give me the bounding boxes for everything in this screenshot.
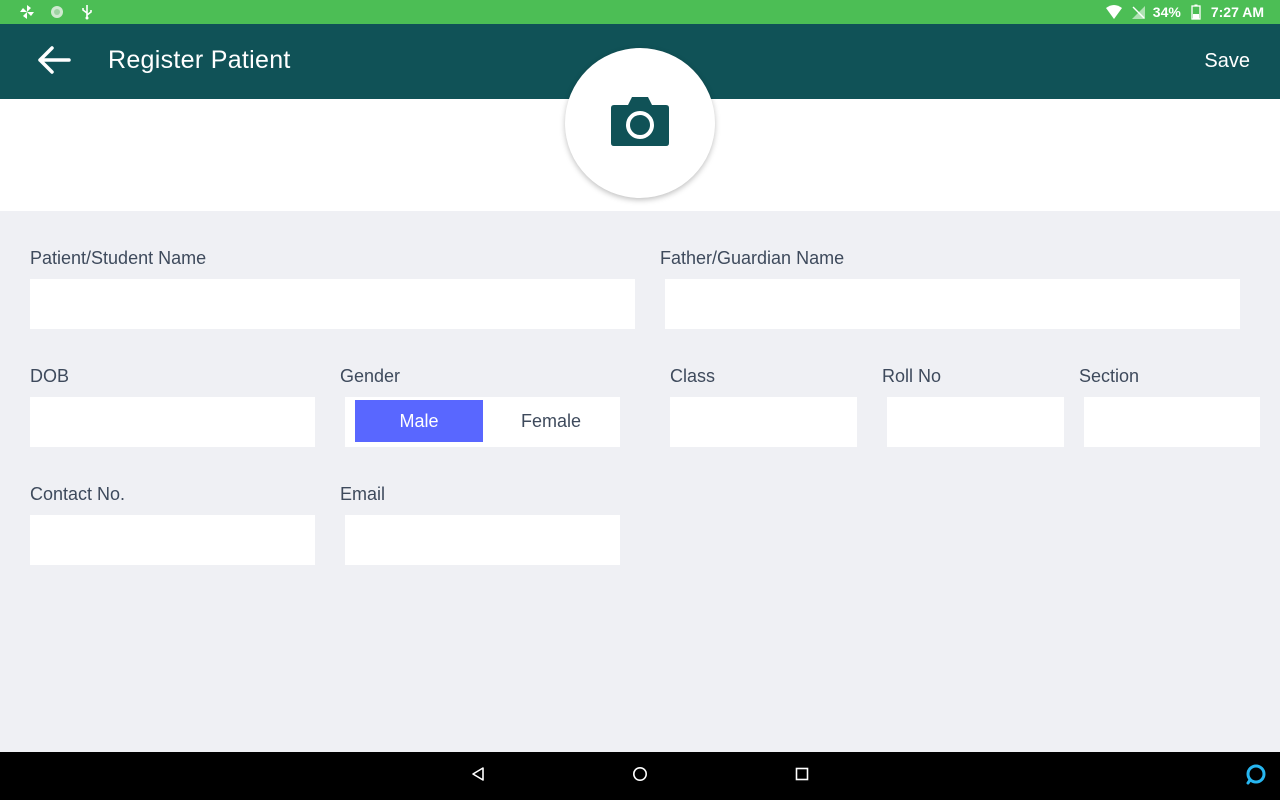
assistant-button[interactable] xyxy=(1244,764,1268,788)
dob-label: DOB xyxy=(30,366,70,386)
gender-label: Gender xyxy=(340,366,401,386)
nav-back-button[interactable] xyxy=(466,764,490,788)
patient-name-label: Patient/Student Name xyxy=(30,248,207,268)
status-icons-left xyxy=(18,3,96,21)
nav-recents-button[interactable] xyxy=(790,764,814,788)
circle-status-icon xyxy=(48,3,66,21)
contact-input[interactable] xyxy=(30,515,315,565)
roll-no-input[interactable] xyxy=(887,397,1064,447)
roll-no-label: Roll No xyxy=(882,366,942,386)
system-nav-bar xyxy=(0,752,1280,800)
status-icons-right: 34% 7:27 AM xyxy=(1105,3,1264,21)
nav-home-button[interactable] xyxy=(628,764,652,788)
save-button[interactable]: Save xyxy=(1204,50,1250,73)
clock: 7:27 AM xyxy=(1210,4,1264,20)
guardian-name-label: Father/Guardian Name xyxy=(660,248,845,268)
square-recents-icon xyxy=(794,766,810,787)
contact-label: Contact No. xyxy=(30,484,126,504)
assistant-ring-icon xyxy=(1245,763,1267,790)
status-bar: 34% 7:27 AM xyxy=(0,0,1280,24)
dob-input[interactable] xyxy=(30,397,315,447)
wifi-icon xyxy=(1105,3,1123,21)
guardian-name-input[interactable] xyxy=(665,279,1240,329)
class-input[interactable] xyxy=(670,397,857,447)
add-photo-button[interactable] xyxy=(565,48,715,198)
triangle-back-icon xyxy=(470,766,486,787)
battery-percent: 34% xyxy=(1152,4,1181,20)
arrow-left-icon xyxy=(37,45,71,80)
back-button[interactable] xyxy=(30,40,78,84)
no-signal-icon xyxy=(1129,3,1147,21)
battery-icon xyxy=(1187,3,1205,21)
page-title: Register Patient xyxy=(108,46,291,74)
section-label: Section xyxy=(1079,366,1140,386)
patient-name-input[interactable] xyxy=(30,279,635,329)
camera-icon xyxy=(610,95,670,152)
gender-toggle: Male Female xyxy=(345,397,620,447)
email-input[interactable] xyxy=(345,515,620,565)
section-input[interactable] xyxy=(1084,397,1260,447)
pinwheel-icon xyxy=(18,3,36,21)
email-label: Email xyxy=(340,484,386,504)
gender-option-male[interactable]: Male xyxy=(355,400,483,442)
gender-option-female[interactable]: Female xyxy=(485,400,617,442)
class-label: Class xyxy=(670,366,716,386)
circle-home-icon xyxy=(632,766,648,787)
usb-icon xyxy=(78,3,96,21)
